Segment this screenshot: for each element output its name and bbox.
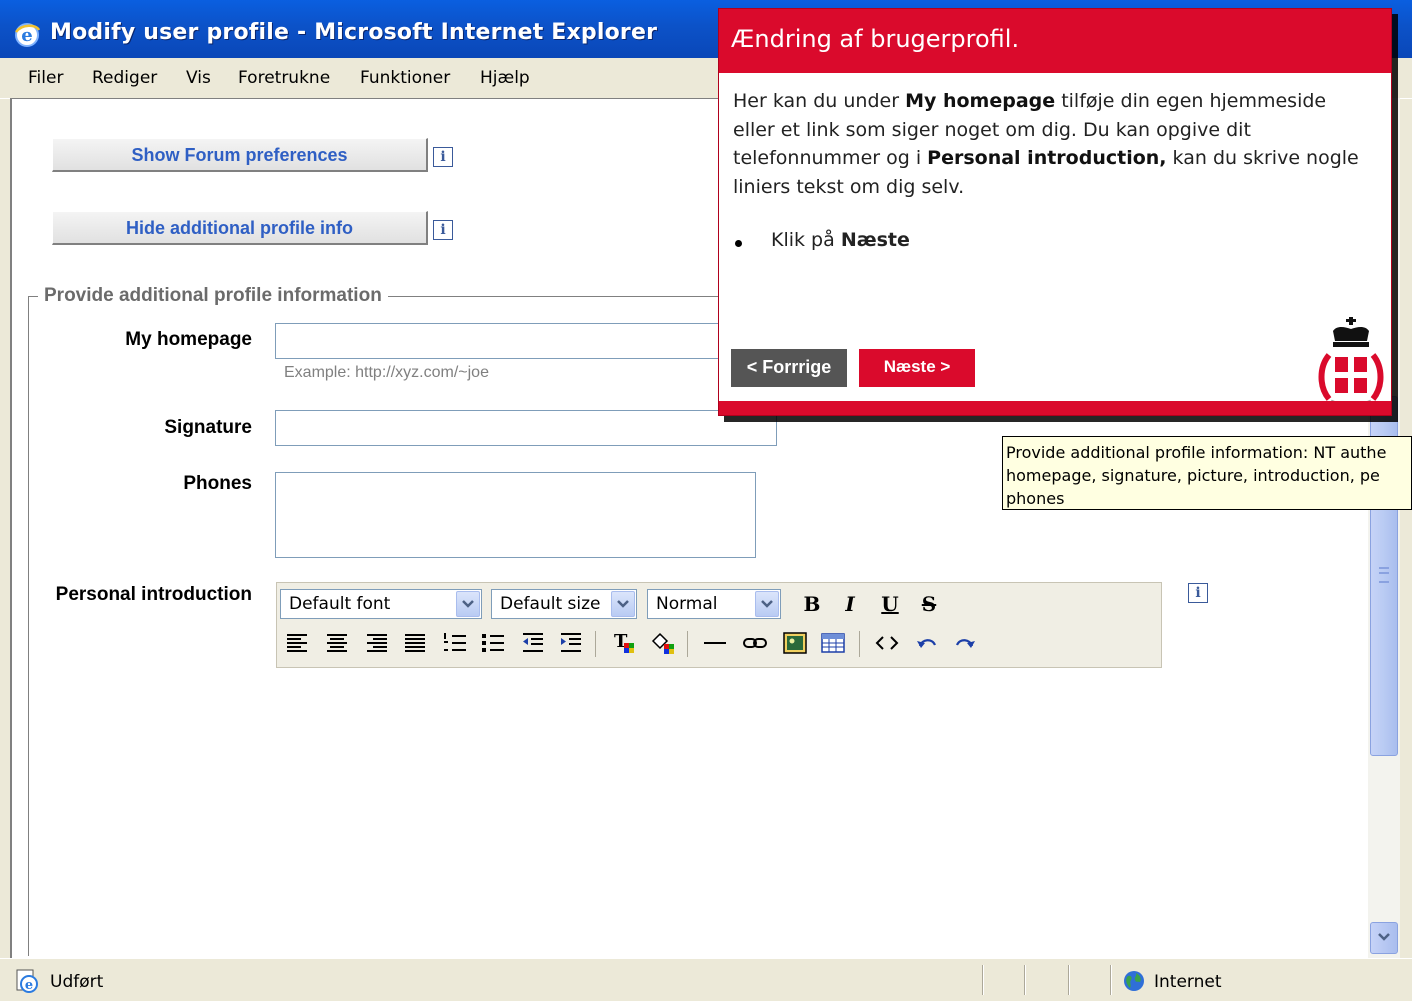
tooltip-line: homepage, signature, picture, introducti… xyxy=(1006,466,1380,485)
hide-additional-profile-button[interactable]: Hide additional profile info xyxy=(52,211,428,245)
info-tooltip: Provide additional profile information: … xyxy=(1002,436,1412,510)
editor-toolbar: Default font Default size Normal B I U S… xyxy=(276,582,1162,668)
svg-text:e: e xyxy=(25,978,33,993)
tooltip-line: Provide additional profile information: … xyxy=(1006,443,1387,462)
tooltip-line: phones xyxy=(1006,489,1065,508)
outdent-icon[interactable] xyxy=(519,629,547,657)
globe-icon xyxy=(1124,971,1144,991)
help-text: Her kan du under My homepage tilføje din… xyxy=(733,90,1359,198)
format-select-value: Normal xyxy=(656,594,718,614)
status-text: Udført xyxy=(50,972,104,992)
status-divider xyxy=(1024,965,1026,995)
menu-rediger[interactable]: Rediger xyxy=(92,68,157,88)
info-icon[interactable]: i xyxy=(433,220,453,240)
fieldset-border xyxy=(28,296,29,956)
chevron-down-icon xyxy=(755,591,779,617)
size-select[interactable]: Default size xyxy=(491,589,637,619)
help-panel: Ændring af brugerprofil. Her kan du unde… xyxy=(718,8,1392,416)
homepage-input[interactable] xyxy=(275,323,725,359)
align-center-icon[interactable] xyxy=(323,629,351,657)
italic-button[interactable]: I xyxy=(836,590,864,618)
security-zone-text: Internet xyxy=(1154,972,1222,992)
phones-textarea[interactable] xyxy=(275,472,756,558)
html-source-icon[interactable] xyxy=(873,629,901,657)
toolbar-separator xyxy=(687,631,688,657)
font-select[interactable]: Default font xyxy=(280,589,482,619)
window-title: Modify user profile - Microsoft Internet… xyxy=(50,20,658,45)
unordered-list-icon[interactable] xyxy=(479,629,507,657)
status-divider xyxy=(1068,965,1070,995)
grip-icon xyxy=(1379,567,1389,583)
align-right-icon[interactable] xyxy=(363,629,391,657)
chevron-down-icon xyxy=(1378,933,1390,941)
next-button[interactable]: Næste > xyxy=(859,349,975,387)
show-forum-preferences-button[interactable]: Show Forum preferences xyxy=(52,138,428,172)
previous-button[interactable]: < Forrrige xyxy=(731,349,847,387)
horizontal-rule-icon[interactable] xyxy=(701,629,729,657)
fieldset-legend: Provide additional profile information xyxy=(38,285,388,307)
status-divider xyxy=(982,965,984,995)
toolbar-separator xyxy=(595,631,596,657)
redo-icon[interactable] xyxy=(951,629,979,657)
menu-vis[interactable]: Vis xyxy=(186,68,211,88)
info-icon[interactable]: i xyxy=(433,147,453,167)
help-footer-bar xyxy=(719,401,1391,415)
text-color-icon[interactable]: T xyxy=(611,629,639,657)
signature-label: Signature xyxy=(164,417,252,438)
info-icon[interactable]: i xyxy=(1188,583,1208,603)
bold-button[interactable]: B xyxy=(798,590,826,618)
chevron-down-icon xyxy=(611,591,635,617)
align-left-icon[interactable] xyxy=(283,629,311,657)
toolbar-separator xyxy=(859,631,860,657)
format-select[interactable]: Normal xyxy=(647,589,781,619)
indent-icon[interactable] xyxy=(557,629,585,657)
phones-label: Phones xyxy=(183,473,252,494)
link-icon[interactable] xyxy=(741,629,769,657)
size-select-value: Default size xyxy=(500,594,601,614)
chevron-down-icon xyxy=(456,591,480,617)
status-divider xyxy=(1110,965,1112,995)
menu-foretrukne[interactable]: Foretrukne xyxy=(238,68,330,88)
status-bar: e Udført Internet xyxy=(0,958,1412,1001)
signature-input[interactable] xyxy=(275,410,777,446)
homepage-label: My homepage xyxy=(125,329,252,350)
help-header: Ændring af brugerprofil. xyxy=(719,9,1391,73)
scroll-down-button[interactable] xyxy=(1370,922,1398,954)
menu-hjaelp[interactable]: Hjælp xyxy=(480,68,530,88)
personal-introduction-label: Personal introduction xyxy=(55,584,252,605)
homepage-example-hint: Example: http://xyz.com/~joe xyxy=(284,364,489,381)
underline-button[interactable]: U xyxy=(876,590,904,618)
strikethrough-button[interactable]: S xyxy=(915,590,943,618)
align-justify-icon[interactable] xyxy=(401,629,429,657)
bullet-icon xyxy=(735,240,742,247)
table-icon[interactable] xyxy=(819,629,847,657)
image-icon[interactable] xyxy=(781,629,809,657)
ie-logo-icon: e xyxy=(15,23,40,47)
menu-funktioner[interactable]: Funktioner xyxy=(360,68,450,88)
undo-icon[interactable] xyxy=(913,629,941,657)
ordered-list-icon[interactable] xyxy=(441,629,469,657)
page-done-icon: e xyxy=(16,969,38,993)
font-select-value: Default font xyxy=(289,594,391,614)
danish-crown-logo-icon xyxy=(1318,317,1384,407)
help-title: Ændring af brugerprofil. xyxy=(731,25,1020,53)
background-color-icon[interactable] xyxy=(649,629,677,657)
menu-filer[interactable]: Filer xyxy=(28,68,63,88)
